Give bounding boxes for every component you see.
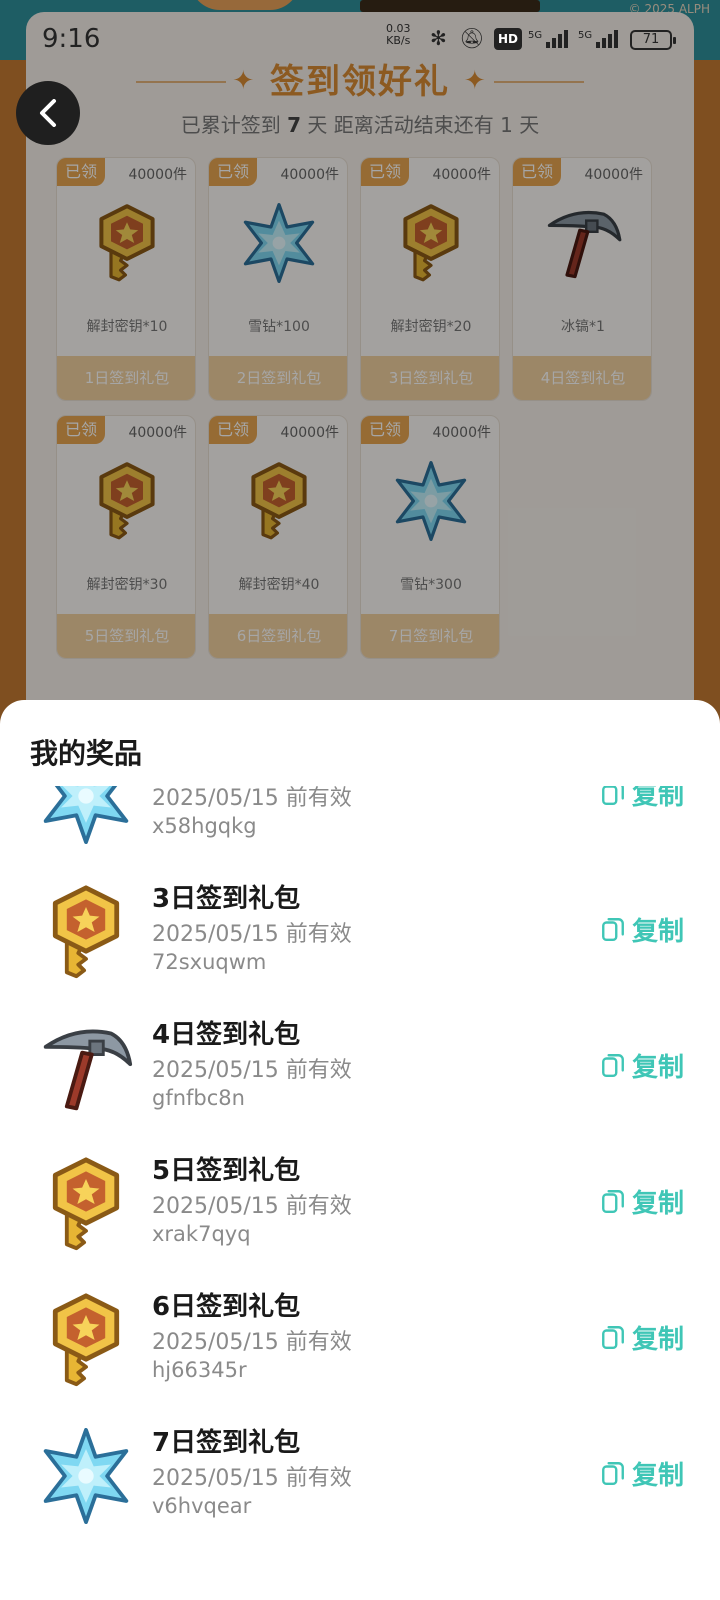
copy-label: 复制 [632, 786, 685, 811]
copy-icon [600, 1460, 626, 1486]
bluetooth-icon: ✻ [430, 26, 447, 50]
prize-title: 3日签到礼包 [152, 884, 301, 914]
modal-overlay[interactable] [0, 0, 720, 720]
copy-button[interactable]: 复制 [600, 1048, 685, 1083]
copy-label: 复制 [632, 1052, 685, 1083]
mute-bell-icon: 🔕︎ [459, 26, 485, 50]
prize-title: 5日签到礼包 [152, 1156, 301, 1186]
prize-item: 4日签到礼包 2025/05/15 前有效 gfnfbc8n 复制 [0, 1006, 720, 1142]
copy-label: 复制 [632, 1188, 685, 1219]
battery-icon: 71 [630, 30, 676, 50]
prize-item: 7日签到礼包 2025/05/15 前有效 v6hvqear 复制 [0, 1414, 720, 1550]
prize-expiry: 2025/05/15 前有效 [152, 1330, 352, 1355]
prize-code: 72sxuqwm [152, 950, 267, 974]
key-icon [38, 1292, 134, 1388]
key-icon [38, 1156, 134, 1252]
prize-code: xrak7qyq [152, 1222, 251, 1246]
back-button[interactable] [16, 81, 80, 145]
network-speed-unit: KB/s [386, 34, 411, 47]
prize-title: 4日签到礼包 [152, 1020, 301, 1050]
prize-expiry: 2025/05/15 前有效 [152, 1058, 352, 1083]
copy-icon [600, 916, 626, 942]
copy-button[interactable]: 复制 [600, 786, 685, 811]
prize-item: 2025/05/15 前有效 x58hgqkg 复制 [0, 786, 720, 870]
signal-label-2: 5G [578, 30, 593, 41]
pickaxe-icon [38, 1020, 134, 1116]
copy-icon [600, 1188, 626, 1214]
signal-bars-icon [596, 28, 622, 48]
copy-icon [600, 786, 626, 806]
copy-label: 复制 [632, 1324, 685, 1355]
prize-item: 6日签到礼包 2025/05/15 前有效 hj66345r 复制 [0, 1278, 720, 1414]
prize-code: x58hgqkg [152, 814, 257, 838]
prize-expiry: 2025/05/15 前有效 [152, 922, 352, 947]
signal-label-1: 5G [528, 30, 543, 41]
copy-button[interactable]: 复制 [600, 1456, 685, 1491]
status-time: 9:16 [42, 24, 101, 54]
status-icons: ✻ 🔕︎ [430, 26, 485, 50]
snow-diamond-icon [38, 786, 134, 844]
prize-title: 7日签到礼包 [152, 1428, 301, 1458]
copy-button[interactable]: 复制 [600, 912, 685, 947]
copy-icon [600, 1052, 626, 1078]
prize-list[interactable]: 2025/05/15 前有效 x58hgqkg 复制 3日签到礼包 2025/0… [0, 786, 720, 1600]
copy-label: 复制 [632, 1460, 685, 1491]
network-speed: 0.03 KB/s [386, 23, 411, 47]
status-bar: 9:16 0.03 KB/s ✻ 🔕︎ HD 5G 5G 71 [0, 0, 720, 76]
prize-code: v6hvqear [152, 1494, 252, 1518]
prize-title: 6日签到礼包 [152, 1292, 301, 1322]
prize-code: gfnfbc8n [152, 1086, 245, 1110]
prize-item: 3日签到礼包 2025/05/15 前有效 72sxuqwm 复制 [0, 870, 720, 1006]
sheet-title: 我的奖品 [30, 737, 143, 770]
prize-expiry: 2025/05/15 前有效 [152, 1466, 352, 1491]
prize-expiry: 2025/05/15 前有效 [152, 786, 352, 811]
snow-diamond-icon [38, 1428, 134, 1524]
key-icon [38, 884, 134, 980]
copy-button[interactable]: 复制 [600, 1320, 685, 1355]
copy-label: 复制 [632, 916, 685, 947]
chevron-left-icon [40, 99, 56, 127]
copy-button[interactable]: 复制 [600, 1184, 685, 1219]
prize-item: 5日签到礼包 2025/05/15 前有效 xrak7qyq 复制 [0, 1142, 720, 1278]
copy-icon [600, 1324, 626, 1350]
signal-bars-icon [546, 28, 572, 48]
prize-code: hj66345r [152, 1358, 247, 1382]
prize-expiry: 2025/05/15 前有效 [152, 1194, 352, 1219]
my-prizes-sheet: 我的奖品 2025/05/15 前有效 x58hgqkg 复制 3日签到礼包 2… [0, 700, 720, 1600]
hd-badge: HD [494, 28, 522, 50]
